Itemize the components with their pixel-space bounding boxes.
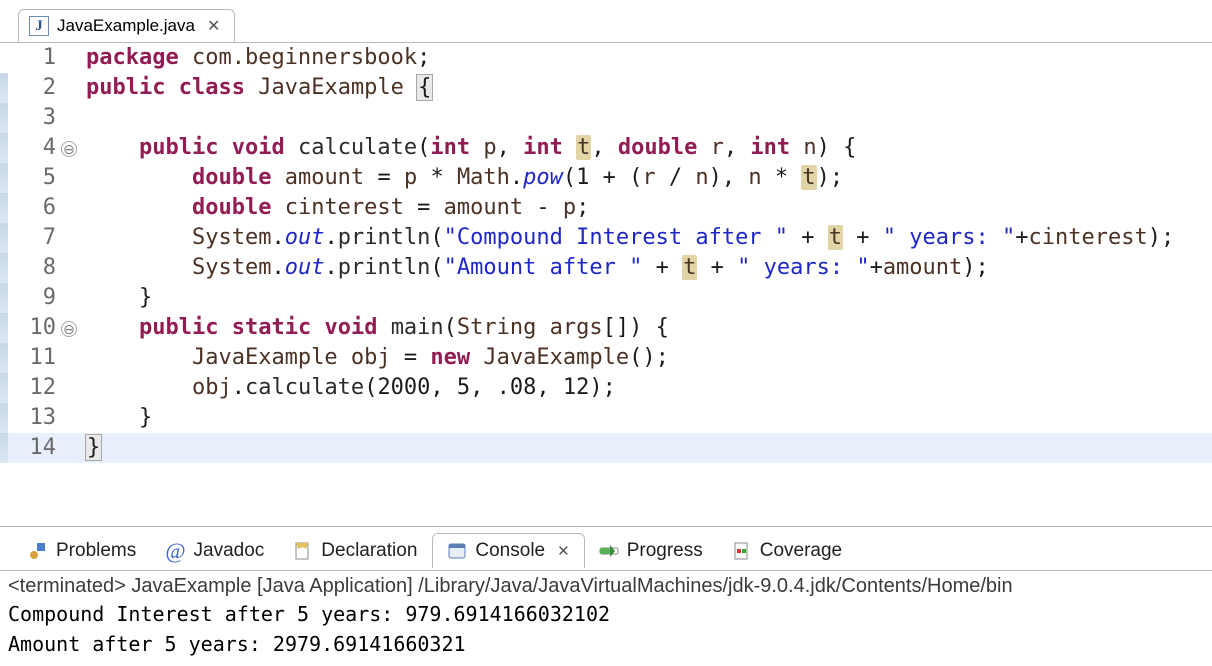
line-number: 7 [8, 223, 58, 253]
line-number: 2 [8, 73, 58, 103]
code-text[interactable]: obj.calculate(2000, 5, .08, 12); [80, 373, 1212, 403]
tab-label: Javadoc [194, 540, 265, 562]
line-number: 6 [8, 193, 58, 223]
tab-label: Coverage [760, 540, 842, 562]
code-text[interactable]: double cinterest = amount - p; [80, 193, 1212, 223]
tab-declaration[interactable]: Declaration [279, 534, 432, 568]
fold-strip [0, 313, 8, 343]
code-text[interactable]: } [80, 283, 1212, 313]
line-number: 4 [8, 133, 58, 163]
close-icon[interactable]: ✕ [553, 542, 570, 560]
code-line[interactable]: 4 ⊖ public void calculate(int p, int t, … [0, 133, 1212, 163]
tab-coverage[interactable]: Coverage [718, 534, 857, 568]
fold-strip [0, 433, 8, 463]
code-text[interactable]: public static void main(String args[]) { [80, 313, 1212, 343]
code-line[interactable]: 8 System.out.println("Amount after " + t… [0, 253, 1212, 283]
editor-tab-javaexample[interactable]: J JavaExample.java ✕ [18, 9, 235, 42]
code-line[interactable]: 3 [0, 103, 1212, 133]
code-line[interactable]: 2 public class JavaExample { [0, 73, 1212, 103]
fold-strip [0, 43, 8, 73]
console-output-line: Amount after 5 years: 2979.69141660321 [8, 630, 1204, 658]
console-output-line: Compound Interest after 5 years: 979.691… [8, 600, 1204, 628]
code-line[interactable]: 9 } [0, 283, 1212, 313]
views-tab-bar: Problems @ Javadoc Declaration Console ✕… [0, 526, 1212, 570]
fold-strip [0, 103, 8, 133]
code-line[interactable]: 13 } [0, 403, 1212, 433]
code-text[interactable]: package com.beginnersbook; [80, 43, 1212, 73]
console-icon [447, 541, 467, 561]
tab-label: Console [475, 540, 545, 562]
code-line[interactable]: 12 obj.calculate(2000, 5, .08, 12); [0, 373, 1212, 403]
tab-label: Problems [56, 540, 136, 562]
code-text[interactable]: public class JavaExample { [80, 73, 1212, 103]
fold-strip [0, 133, 8, 163]
line-number: 14 [8, 433, 58, 463]
tab-progress[interactable]: Progress [585, 534, 718, 568]
editor-tab-label: JavaExample.java [57, 16, 195, 36]
line-number: 8 [8, 253, 58, 283]
fold-strip [0, 283, 8, 313]
line-number: 12 [8, 373, 58, 403]
code-text[interactable]: System.out.println("Amount after " + t +… [80, 253, 1212, 283]
close-icon[interactable]: ✕ [203, 16, 220, 36]
line-number: 11 [8, 343, 58, 373]
code-text[interactable]: } [80, 433, 1212, 463]
code-line[interactable]: 14 } [0, 433, 1212, 463]
code-text[interactable]: JavaExample obj = new JavaExample(); [80, 343, 1212, 373]
editor-tab-bar: J JavaExample.java ✕ [0, 0, 1212, 42]
code-editor[interactable]: 1 package com.beginnersbook; 2 public cl… [0, 42, 1212, 526]
code-text[interactable]: double amount = p * Math.pow(1 + (r / n)… [80, 163, 1212, 193]
code-line[interactable]: 1 package com.beginnersbook; [0, 43, 1212, 73]
fold-strip [0, 73, 8, 103]
code-text[interactable]: public void calculate(int p, int t, doub… [80, 133, 1212, 163]
line-number: 1 [8, 43, 58, 73]
code-line[interactable]: 10 ⊖ public static void main(String args… [0, 313, 1212, 343]
code-text[interactable]: } [80, 403, 1212, 433]
coverage-icon [732, 541, 752, 561]
java-file-icon: J [29, 16, 49, 36]
fold-strip [0, 403, 8, 433]
line-number: 5 [8, 163, 58, 193]
code-text[interactable]: System.out.println("Compound Interest af… [80, 223, 1212, 253]
code-line[interactable]: 7 System.out.println("Compound Interest … [0, 223, 1212, 253]
line-number: 9 [8, 283, 58, 313]
tab-label: Declaration [321, 540, 417, 562]
tab-problems[interactable]: Problems [14, 534, 151, 568]
code-line[interactable]: 11 JavaExample obj = new JavaExample(); [0, 343, 1212, 373]
line-number: 3 [8, 103, 58, 133]
code-line[interactable]: 6 double cinterest = amount - p; [0, 193, 1212, 223]
tab-javadoc[interactable]: @ Javadoc [151, 532, 279, 570]
tab-console[interactable]: Console ✕ [432, 533, 584, 568]
console-view[interactable]: <terminated> JavaExample [Java Applicati… [0, 570, 1212, 666]
tab-label: Progress [627, 540, 703, 562]
fold-strip [0, 193, 8, 223]
fold-toggle-icon[interactable]: ⊖ [61, 141, 77, 157]
javadoc-icon: @ [165, 538, 185, 564]
line-number: 10 [8, 313, 58, 343]
declaration-icon [293, 541, 313, 561]
problems-icon [28, 541, 48, 561]
fold-strip [0, 163, 8, 193]
fold-toggle-icon[interactable]: ⊖ [61, 321, 77, 337]
fold-strip [0, 253, 8, 283]
fold-strip [0, 373, 8, 403]
fold-strip [0, 223, 8, 253]
progress-icon [599, 541, 619, 561]
console-status: <terminated> JavaExample [Java Applicati… [8, 575, 1204, 598]
code-line[interactable]: 5 double amount = p * Math.pow(1 + (r / … [0, 163, 1212, 193]
line-number: 13 [8, 403, 58, 433]
fold-strip [0, 343, 8, 373]
